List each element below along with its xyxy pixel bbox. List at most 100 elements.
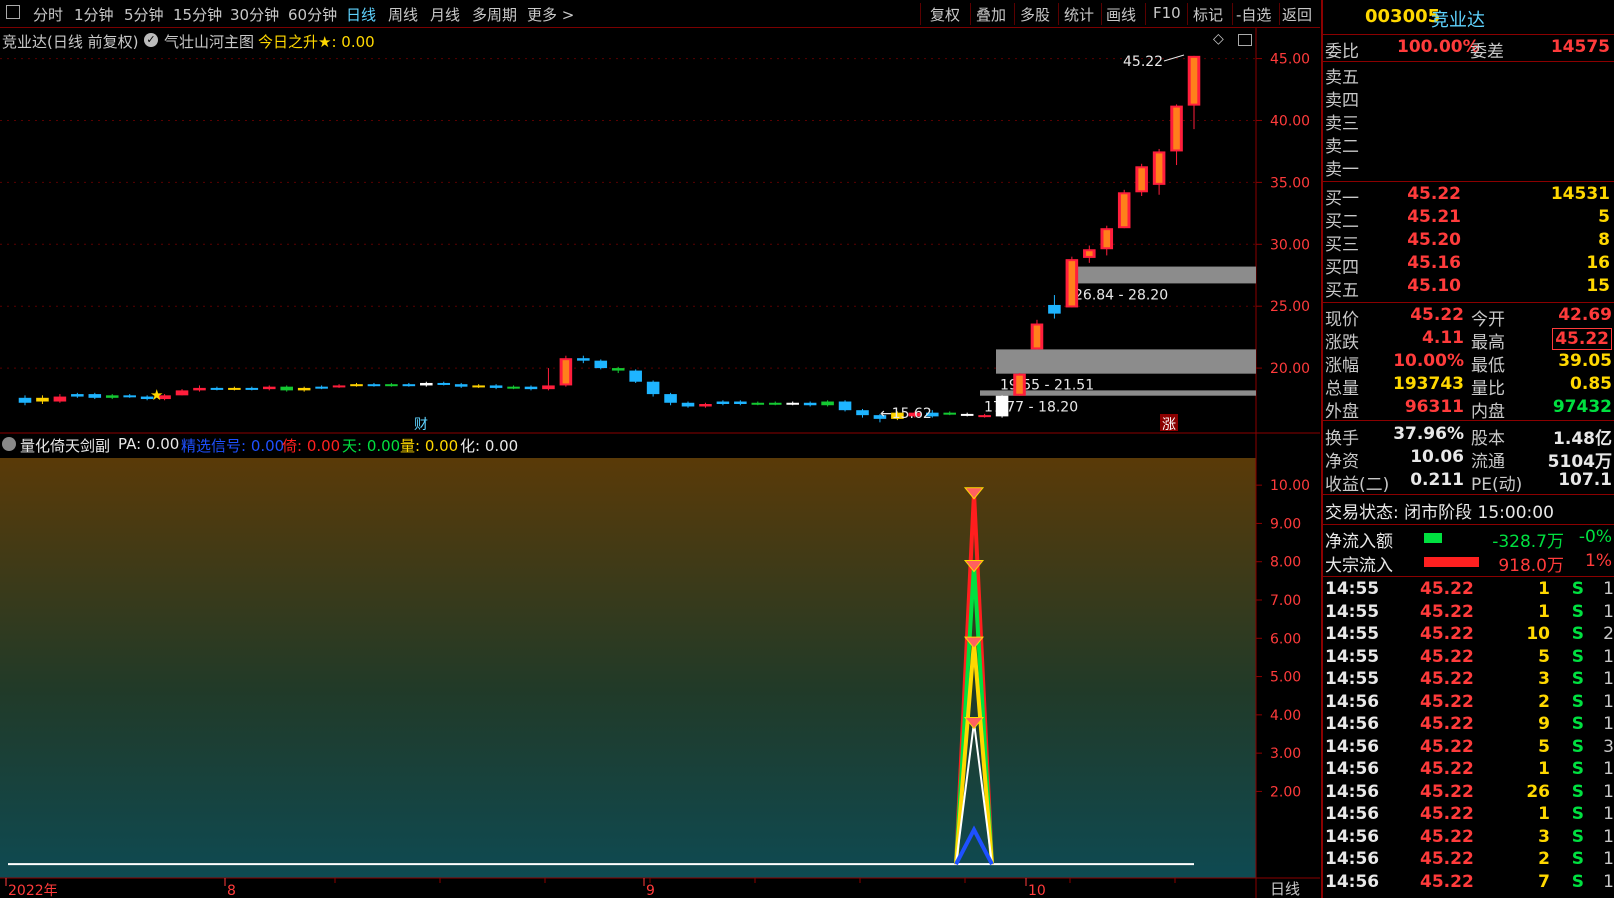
high-price-label: 45.22 [1123,54,1163,70]
stat-row[interactable]: 总量 193743 量比 0.85 [1323,374,1614,399]
candle-body [420,382,433,386]
tick-price: 45.22 [1420,759,1474,779]
weibi-label: 委比 [1325,42,1359,62]
candle-body-inner [1086,251,1093,256]
stat-value: 0.85 [1570,374,1612,394]
tick-price: 45.22 [1420,736,1474,757]
trade-status-text: 交易状态: 闭市阶段 15:00:00 [1325,503,1554,523]
bid-row-5[interactable]: 买五 45.10 15 [1323,276,1614,301]
bid-row-4[interactable]: 买四 45.16 16 [1323,253,1614,278]
flow-label: 大宗流入 [1325,556,1393,576]
stat-row[interactable]: 外盘 96311 内盘 97432 [1323,397,1614,422]
tick-volume: 10 [1526,624,1550,644]
price-zone [1070,266,1256,284]
tick-count: 1 [1603,871,1614,892]
tick-row[interactable]: 14:56 45.22 5 S 3 [1323,737,1614,760]
candle-body [1048,304,1061,314]
ask-row-5[interactable]: 卖五 [1323,63,1614,88]
limit-up-marker[interactable]: 涨 [1162,417,1176,433]
candle-body-inner [1190,57,1198,104]
stat-value: 0.211 [1410,470,1464,490]
tick-row[interactable]: 14:55 45.22 1 S 1 [1323,579,1614,602]
candle-body [228,387,241,390]
tick-row[interactable]: 14:55 45.22 5 S 1 [1323,647,1614,670]
flow-pct: -0% [1578,527,1612,547]
tick-side: S [1571,781,1584,802]
sub-item-tian: 天: 0.00 [342,437,401,455]
tick-count: 2 [1603,624,1614,644]
sub-item-yi: 倚: 0.00 [282,437,341,455]
tick-row[interactable]: 14:55 45.22 10 S 2 [1323,624,1614,647]
ask-label: 卖一 [1325,160,1359,180]
tick-row[interactable]: 14:56 45.22 7 S 1 [1323,872,1614,895]
sub-indicator-toggle-icon[interactable] [2,437,16,451]
stat-row[interactable]: 涨幅 10.00% 最低 39.05 [1323,351,1614,376]
tick-count: 1 [1603,691,1614,712]
candle-body [350,384,363,387]
tick-row[interactable]: 14:56 45.22 2 S 1 [1323,692,1614,715]
stat-row[interactable]: 涨跌 4.11 最高 45.22 [1323,328,1614,353]
tick-time: 14:55 [1325,601,1380,622]
tick-row[interactable]: 14:56 45.22 26 S 1 [1323,782,1614,805]
candle-body [786,402,799,405]
bid-price: 45.20 [1407,230,1461,250]
tick-time: 14:56 [1325,714,1380,734]
bid-volume: 16 [1586,253,1610,273]
tick-row[interactable]: 14:55 45.22 1 S 1 [1323,602,1614,625]
ask-row-2[interactable]: 卖二 [1323,132,1614,157]
tick-count: 1 [1603,579,1614,599]
tick-volume: 1 [1538,579,1550,599]
tick-price: 45.22 [1420,601,1474,622]
bid-row-1[interactable]: 买一 45.22 14531 [1323,184,1614,209]
stat-value: 42.69 [1558,305,1612,325]
bid-row-3[interactable]: 买三 45.20 8 [1323,230,1614,255]
tick-row[interactable]: 14:56 45.22 3 S 1 [1323,827,1614,850]
stat2-row[interactable]: 收益(二) 0.211 PE(动) 107.1 [1323,470,1614,495]
tick-row[interactable]: 14:56 45.22 2 S 1 [1323,849,1614,872]
sub-axis-label: 3.00 [1270,746,1301,762]
bid-row-2[interactable]: 买二 45.21 5 [1323,207,1614,232]
tick-time: 14:56 [1325,871,1380,892]
tick-row[interactable]: 14:55 45.22 3 S 1 [1323,669,1614,692]
tick-time: 14:56 [1325,781,1380,802]
tick-side: S [1571,871,1584,892]
candle-body [71,394,84,397]
stat2-row[interactable]: 换手 37.96% 股本 1.48亿 [1323,424,1614,449]
quote-panel: 003005 竞业达 委比 100.00% 委差 14575 卖五 卖四 卖三 … [1321,0,1614,898]
candle-body [454,384,468,387]
bid-price: 45.10 [1407,276,1461,296]
tick-volume: 1 [1538,804,1550,824]
sub-axis-label: 2.00 [1270,784,1301,800]
flow-row[interactable]: 净流入额 -328.7万 -0% [1323,527,1614,552]
sub-axis-label: 9.00 [1270,516,1301,532]
tick-row[interactable]: 14:56 45.22 9 S 1 [1323,714,1614,737]
flow-value: -328.7万 [1492,532,1564,552]
candle-body-inner [1033,325,1041,348]
bid-volume: 15 [1586,276,1610,296]
sub-indicator-name[interactable]: 量化倚天剑副 [20,435,110,456]
stat-value: 10.00% [1393,351,1464,371]
tick-side: S [1571,849,1584,869]
tick-price: 45.22 [1420,579,1474,599]
sub-axis-label: 10.00 [1270,478,1310,494]
candle-body [577,358,590,361]
tick-row[interactable]: 14:56 45.22 1 S 1 [1323,759,1614,782]
tick-side: S [1571,714,1584,734]
ask-row-3[interactable]: 卖三 [1323,109,1614,134]
tick-time: 14:56 [1325,804,1380,824]
sub-axis-label: 7.00 [1270,593,1301,609]
candle-body [507,386,520,389]
candle-body [262,386,276,390]
ask-row-1[interactable]: 卖一 [1323,155,1614,180]
stat2-row[interactable]: 净资 10.06 流通 5104万 [1323,447,1614,472]
tick-price: 45.22 [1420,781,1474,802]
stat-row[interactable]: 现价 45.22 今开 42.69 [1323,305,1614,330]
tick-row[interactable]: 14:56 45.22 1 S 1 [1323,804,1614,827]
sub-panel-background [0,458,1256,878]
candle-body [210,387,224,390]
finance-marker[interactable]: 财 [414,417,428,433]
tick-count: 1 [1603,759,1614,779]
stat-label: 涨跌 [1325,333,1359,353]
weicha-label: 委差 [1470,42,1504,62]
ask-row-4[interactable]: 卖四 [1323,86,1614,111]
